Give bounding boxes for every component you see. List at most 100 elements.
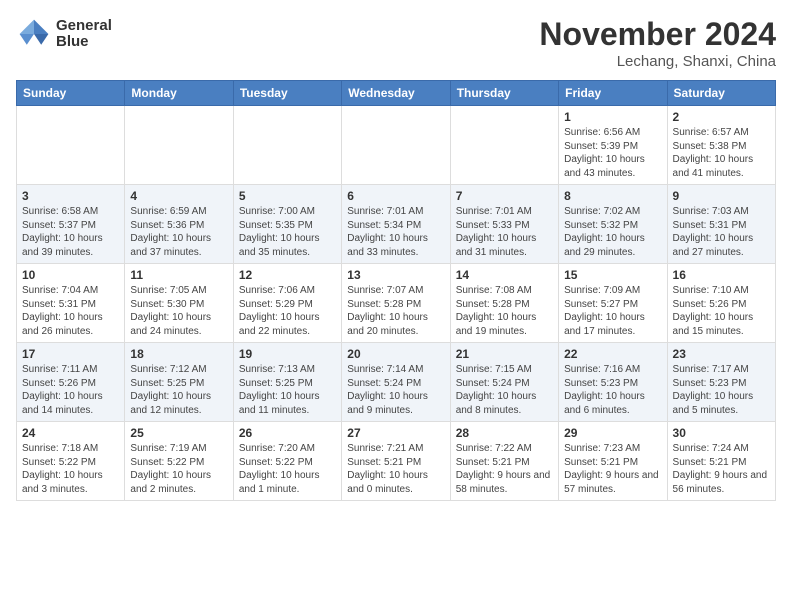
calendar-cell: 30 Sunrise: 7:24 AM Sunset: 5:21 PM Dayli…: [667, 422, 775, 501]
day-number: 14: [456, 268, 553, 282]
day-number: 17: [22, 347, 119, 361]
logo-icon: [16, 16, 52, 52]
day-info: Sunrise: 6:57 AM Sunset: 5:38 PM Dayligh…: [673, 126, 770, 180]
calendar-table: SundayMondayTuesdayWednesdayThursdayFrid…: [16, 80, 776, 501]
weekday-header: Saturday: [667, 81, 775, 106]
weekday-header: Monday: [125, 81, 233, 106]
day-info: Sunrise: 7:07 AM Sunset: 5:28 PM Dayligh…: [347, 284, 444, 338]
logo: General Blue: [16, 16, 112, 52]
day-number: 26: [239, 426, 336, 440]
day-number: 11: [130, 268, 227, 282]
calendar-cell: 6 Sunrise: 7:01 AM Sunset: 5:34 PM Daylig…: [342, 185, 450, 264]
calendar-cell: 11 Sunrise: 7:05 AM Sunset: 5:30 PM Dayli…: [125, 264, 233, 343]
day-number: 8: [564, 189, 661, 203]
day-info: Sunrise: 7:01 AM Sunset: 5:34 PM Dayligh…: [347, 205, 444, 259]
day-info: Sunrise: 7:05 AM Sunset: 5:30 PM Dayligh…: [130, 284, 227, 338]
day-number: 28: [456, 426, 553, 440]
day-info: Sunrise: 7:13 AM Sunset: 5:25 PM Dayligh…: [239, 363, 336, 417]
day-number: 9: [673, 189, 770, 203]
day-info: Sunrise: 7:23 AM Sunset: 5:21 PM Dayligh…: [564, 442, 661, 496]
calendar-week-row: 24 Sunrise: 7:18 AM Sunset: 5:22 PM Dayli…: [17, 422, 776, 501]
calendar-week-row: 17 Sunrise: 7:11 AM Sunset: 5:26 PM Dayli…: [17, 343, 776, 422]
day-info: Sunrise: 7:19 AM Sunset: 5:22 PM Dayligh…: [130, 442, 227, 496]
calendar-cell: [125, 106, 233, 185]
day-number: 2: [673, 110, 770, 124]
day-info: Sunrise: 7:08 AM Sunset: 5:28 PM Dayligh…: [456, 284, 553, 338]
calendar-cell: 19 Sunrise: 7:13 AM Sunset: 5:25 PM Dayli…: [233, 343, 341, 422]
calendar-cell: 1Sunrise: 6:56 AM Sunset: 5:39 PM Daylig…: [559, 106, 667, 185]
day-number: 16: [673, 268, 770, 282]
day-info: Sunrise: 7:09 AM Sunset: 5:27 PM Dayligh…: [564, 284, 661, 338]
calendar-cell: [233, 106, 341, 185]
weekday-header: Sunday: [17, 81, 125, 106]
calendar-cell: 22 Sunrise: 7:16 AM Sunset: 5:23 PM Dayli…: [559, 343, 667, 422]
calendar-cell: 7 Sunrise: 7:01 AM Sunset: 5:33 PM Daylig…: [450, 185, 558, 264]
day-info: Sunrise: 7:20 AM Sunset: 5:22 PM Dayligh…: [239, 442, 336, 496]
day-number: 24: [22, 426, 119, 440]
day-info: Sunrise: 7:14 AM Sunset: 5:24 PM Dayligh…: [347, 363, 444, 417]
day-info: Sunrise: 7:03 AM Sunset: 5:31 PM Dayligh…: [673, 205, 770, 259]
day-info: Sunrise: 7:00 AM Sunset: 5:35 PM Dayligh…: [239, 205, 336, 259]
calendar-cell: 24 Sunrise: 7:18 AM Sunset: 5:22 PM Dayli…: [17, 422, 125, 501]
calendar-cell: 21Sunrise: 7:15 AM Sunset: 5:24 PM Dayli…: [450, 343, 558, 422]
calendar-week-row: 1Sunrise: 6:56 AM Sunset: 5:39 PM Daylig…: [17, 106, 776, 185]
calendar-cell: 15 Sunrise: 7:09 AM Sunset: 5:27 PM Dayli…: [559, 264, 667, 343]
day-number: 23: [673, 347, 770, 361]
day-info: Sunrise: 7:04 AM Sunset: 5:31 PM Dayligh…: [22, 284, 119, 338]
logo-text: General Blue: [56, 18, 112, 51]
calendar-cell: 25 Sunrise: 7:19 AM Sunset: 5:22 PM Dayli…: [125, 422, 233, 501]
calendar-cell: 12Sunrise: 7:06 AM Sunset: 5:29 PM Dayli…: [233, 264, 341, 343]
calendar-cell: 29Sunrise: 7:23 AM Sunset: 5:21 PM Dayli…: [559, 422, 667, 501]
day-number: 4: [130, 189, 227, 203]
calendar-cell: 18Sunrise: 7:12 AM Sunset: 5:25 PM Dayli…: [125, 343, 233, 422]
day-number: 5: [239, 189, 336, 203]
calendar-cell: 13 Sunrise: 7:07 AM Sunset: 5:28 PM Dayli…: [342, 264, 450, 343]
day-number: 19: [239, 347, 336, 361]
day-info: Sunrise: 7:06 AM Sunset: 5:29 PM Dayligh…: [239, 284, 336, 338]
weekday-header: Friday: [559, 81, 667, 106]
day-number: 30: [673, 426, 770, 440]
day-info: Sunrise: 6:58 AM Sunset: 5:37 PM Dayligh…: [22, 205, 119, 259]
calendar-cell: [450, 106, 558, 185]
day-number: 15: [564, 268, 661, 282]
calendar-cell: 20 Sunrise: 7:14 AM Sunset: 5:24 PM Dayli…: [342, 343, 450, 422]
calendar-cell: 5 Sunrise: 7:00 AM Sunset: 5:35 PM Daylig…: [233, 185, 341, 264]
day-number: 21: [456, 347, 553, 361]
day-number: 6: [347, 189, 444, 203]
calendar-cell: 23 Sunrise: 7:17 AM Sunset: 5:23 PM Dayli…: [667, 343, 775, 422]
calendar-cell: 3 Sunrise: 6:58 AM Sunset: 5:37 PM Daylig…: [17, 185, 125, 264]
day-number: 3: [22, 189, 119, 203]
calendar-cell: [17, 106, 125, 185]
calendar-cell: 26 Sunrise: 7:20 AM Sunset: 5:22 PM Dayli…: [233, 422, 341, 501]
calendar-cell: 4 Sunrise: 6:59 AM Sunset: 5:36 PM Daylig…: [125, 185, 233, 264]
day-number: 25: [130, 426, 227, 440]
calendar-cell: 28Sunrise: 7:22 AM Sunset: 5:21 PM Dayli…: [450, 422, 558, 501]
calendar-header-row: SundayMondayTuesdayWednesdayThursdayFrid…: [17, 81, 776, 106]
calendar-cell: 9 Sunrise: 7:03 AM Sunset: 5:31 PM Daylig…: [667, 185, 775, 264]
weekday-header: Tuesday: [233, 81, 341, 106]
day-info: Sunrise: 7:02 AM Sunset: 5:32 PM Dayligh…: [564, 205, 661, 259]
day-info: Sunrise: 7:18 AM Sunset: 5:22 PM Dayligh…: [22, 442, 119, 496]
calendar-cell: 14 Sunrise: 7:08 AM Sunset: 5:28 PM Dayli…: [450, 264, 558, 343]
day-number: 22: [564, 347, 661, 361]
day-info: Sunrise: 7:17 AM Sunset: 5:23 PM Dayligh…: [673, 363, 770, 417]
day-number: 27: [347, 426, 444, 440]
day-info: Sunrise: 7:16 AM Sunset: 5:23 PM Dayligh…: [564, 363, 661, 417]
calendar-cell: 10 Sunrise: 7:04 AM Sunset: 5:31 PM Dayli…: [17, 264, 125, 343]
day-number: 13: [347, 268, 444, 282]
day-info: Sunrise: 6:59 AM Sunset: 5:36 PM Dayligh…: [130, 205, 227, 259]
day-info: Sunrise: 6:56 AM Sunset: 5:39 PM Dayligh…: [564, 126, 661, 180]
calendar-cell: 8 Sunrise: 7:02 AM Sunset: 5:32 PM Daylig…: [559, 185, 667, 264]
title-block: November 2024 Lechang, Shanxi, China: [539, 16, 776, 70]
weekday-header: Thursday: [450, 81, 558, 106]
day-number: 20: [347, 347, 444, 361]
calendar-cell: 2 Sunrise: 6:57 AM Sunset: 5:38 PM Daylig…: [667, 106, 775, 185]
day-number: 7: [456, 189, 553, 203]
day-info: Sunrise: 7:01 AM Sunset: 5:33 PM Dayligh…: [456, 205, 553, 259]
day-info: Sunrise: 7:21 AM Sunset: 5:21 PM Dayligh…: [347, 442, 444, 496]
day-info: Sunrise: 7:24 AM Sunset: 5:21 PM Dayligh…: [673, 442, 770, 496]
page-header: General Blue November 2024 Lechang, Shan…: [16, 16, 776, 70]
day-number: 10: [22, 268, 119, 282]
day-info: Sunrise: 7:11 AM Sunset: 5:26 PM Dayligh…: [22, 363, 119, 417]
calendar-week-row: 10 Sunrise: 7:04 AM Sunset: 5:31 PM Dayli…: [17, 264, 776, 343]
